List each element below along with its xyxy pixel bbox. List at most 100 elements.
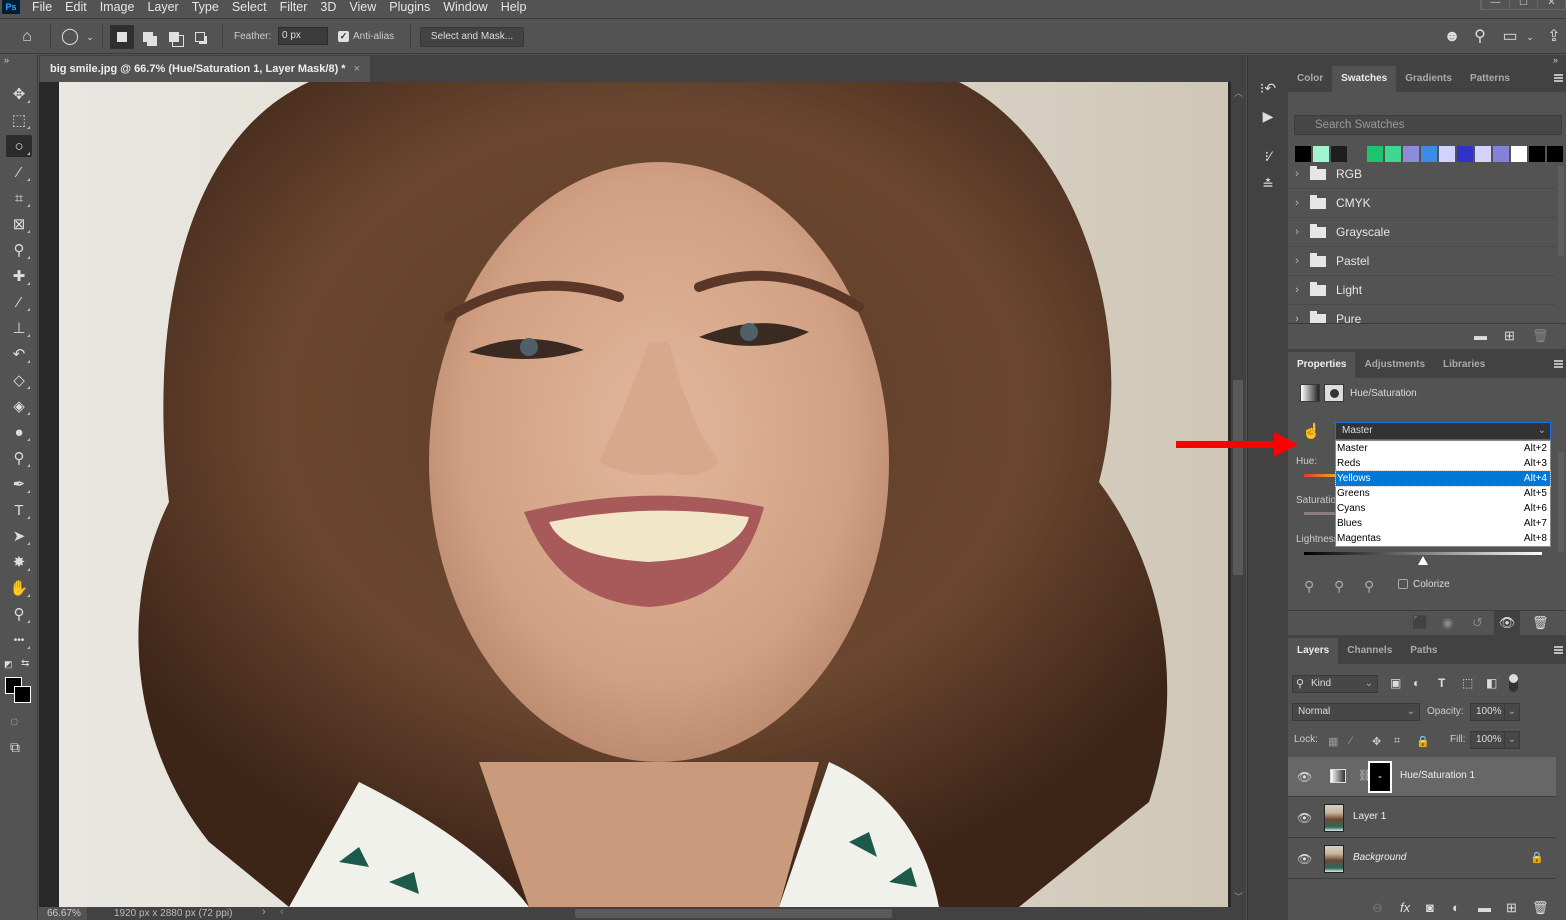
mask-icon[interactable] bbox=[1324, 384, 1344, 402]
tab-channels[interactable]: Channels bbox=[1338, 638, 1401, 664]
view-previous-state-icon[interactable]: ◉ bbox=[1442, 615, 1453, 631]
menu-window[interactable]: Window bbox=[437, 0, 494, 14]
tab-layers[interactable]: Layers bbox=[1288, 638, 1339, 664]
add-mask-icon[interactable]: ◙ bbox=[1426, 900, 1434, 915]
menu-layer[interactable]: Layer bbox=[141, 0, 185, 14]
select-and-mask-button[interactable]: Select and Mask... bbox=[420, 27, 524, 47]
brush-tool[interactable]: ⁄ bbox=[6, 291, 32, 313]
zoom-level[interactable]: 66.67% bbox=[39, 907, 87, 920]
link-layers-icon[interactable]: ⊖ bbox=[1372, 900, 1383, 916]
new-group-icon[interactable]: ▬ bbox=[1478, 900, 1491, 915]
dropdown-option-master[interactable]: Master Alt+2 bbox=[1336, 441, 1550, 456]
screen-mode-icon[interactable]: ⧉ bbox=[10, 739, 20, 756]
toggle-visibility-icon[interactable]: 👁 bbox=[1494, 611, 1520, 635]
more-tools-tool[interactable]: ••• bbox=[6, 629, 32, 651]
dodge-tool[interactable]: ⚲ bbox=[6, 447, 32, 469]
layer-row-hue-saturation[interactable]: 👁 ⛓ - Hue/Saturation 1 bbox=[1288, 757, 1556, 797]
layer-row-layer-1[interactable]: 👁 Layer 1 bbox=[1288, 798, 1556, 838]
filter-pixel-icon[interactable]: ▣ bbox=[1390, 676, 1401, 690]
swatch-group-pastel[interactable]: › Pastel bbox=[1288, 247, 1556, 276]
visibility-eye-icon[interactable]: 👁 bbox=[1297, 852, 1312, 866]
eraser-tool[interactable]: ◇ bbox=[6, 369, 32, 391]
lasso-preset-icon[interactable]: ◯ bbox=[60, 27, 80, 47]
type-tool[interactable]: T bbox=[6, 499, 32, 521]
history-brush-tool[interactable]: ↶ bbox=[6, 343, 32, 365]
lock-artboard-icon[interactable]: ⌗ bbox=[1394, 735, 1400, 748]
swatch-group-cmyk[interactable]: › CMYK bbox=[1288, 189, 1556, 218]
menu-help[interactable]: Help bbox=[495, 0, 534, 14]
panel-menu-icon[interactable] bbox=[1554, 360, 1563, 368]
zoom-tool[interactable]: ⚲ bbox=[6, 603, 32, 625]
intersect-selection-button[interactable] bbox=[188, 25, 212, 49]
visibility-eye-icon[interactable]: 👁 bbox=[1297, 811, 1312, 825]
menu-file[interactable]: File bbox=[26, 0, 59, 14]
chevron-down-icon[interactable]: ⌄ bbox=[80, 27, 100, 47]
background-color-swatch[interactable] bbox=[14, 686, 31, 703]
menu-type[interactable]: Type bbox=[186, 0, 226, 14]
actions-play-icon[interactable]: ▶ bbox=[1256, 105, 1280, 127]
panel-menu-icon[interactable] bbox=[1554, 646, 1563, 654]
chevron-right-icon[interactable]: › bbox=[1288, 255, 1306, 267]
layer-filter-kind[interactable]: Kind ⌄ bbox=[1292, 675, 1378, 693]
default-colors-icon[interactable]: ◩ bbox=[4, 659, 13, 670]
paint-bucket-tool[interactable]: ◈ bbox=[6, 395, 32, 417]
fill-input[interactable]: 100% ⌄ bbox=[1470, 731, 1520, 749]
opacity-input[interactable]: 100% ⌄ bbox=[1470, 703, 1520, 721]
clip-to-layer-icon[interactable]: ⬛ bbox=[1412, 615, 1428, 631]
menu-select[interactable]: Select bbox=[226, 0, 274, 14]
layer-lock-icon[interactable]: 🔒 bbox=[1530, 851, 1544, 864]
dropdown-option-blues[interactable]: Blues Alt+7 bbox=[1336, 516, 1550, 531]
new-layer-icon[interactable]: ⊞ bbox=[1506, 900, 1517, 916]
dropdown-option-greens[interactable]: Greens Alt+5 bbox=[1336, 486, 1550, 501]
move-tool[interactable]: ✥ bbox=[6, 83, 32, 105]
colorize-checkbox[interactable] bbox=[1398, 579, 1408, 589]
new-swatch-icon[interactable]: ⊞ bbox=[1504, 328, 1515, 344]
marquee-tool[interactable]: ⬚ bbox=[6, 109, 32, 131]
lock-image-icon[interactable]: ⁄ bbox=[1350, 735, 1352, 747]
blur-tool[interactable]: ● bbox=[6, 421, 32, 443]
tab-patterns[interactable]: Patterns bbox=[1461, 66, 1519, 92]
dropdown-option-magentas[interactable]: Magentas Alt+8 bbox=[1336, 531, 1550, 546]
properties-scrollbar[interactable] bbox=[1558, 452, 1564, 552]
tab-gradients[interactable]: Gradients bbox=[1396, 66, 1461, 92]
lasso-tool[interactable]: ○ bbox=[6, 135, 32, 157]
brush-settings-icon[interactable]: ⁝⁄ bbox=[1256, 145, 1280, 167]
document-info[interactable]: 1920 px x 2880 px (72 ppi) bbox=[114, 907, 232, 920]
eyedropper-icon[interactable]: ⚲ bbox=[1304, 578, 1314, 595]
lightness-slider-thumb[interactable] bbox=[1418, 556, 1428, 565]
search-icon[interactable]: ⚲ bbox=[1470, 27, 1490, 47]
panel-menu-icon[interactable] bbox=[1554, 74, 1563, 82]
history-icon[interactable]: ⁝↶ bbox=[1256, 77, 1280, 99]
adjustment-icon[interactable] bbox=[1300, 384, 1320, 402]
home-icon[interactable]: ⌂ bbox=[17, 27, 37, 47]
menu-image[interactable]: Image bbox=[94, 0, 142, 14]
filter-type-icon[interactable]: T bbox=[1438, 676, 1445, 690]
tab-color[interactable]: Color bbox=[1288, 66, 1332, 92]
new-group-folder-icon[interactable]: ▬ bbox=[1474, 328, 1487, 343]
swatch-search-input[interactable]: Search Swatches bbox=[1294, 115, 1562, 135]
swatches-scrollbar[interactable] bbox=[1558, 166, 1564, 256]
chevron-right-icon[interactable]: › bbox=[1288, 284, 1306, 296]
status-menu-arrow[interactable]: › bbox=[262, 906, 266, 918]
chevron-right-icon[interactable]: › bbox=[1288, 197, 1306, 209]
add-to-selection-button[interactable] bbox=[136, 25, 160, 49]
delete-swatch-icon[interactable]: 🗑 bbox=[1532, 328, 1549, 344]
eyedropper-add-icon[interactable]: ⚲ bbox=[1334, 578, 1344, 595]
dropdown-option-cyans[interactable]: Cyans Alt+6 bbox=[1336, 501, 1550, 516]
collapse-icon[interactable]: » bbox=[4, 55, 9, 65]
tab-paths[interactable]: Paths bbox=[1401, 638, 1446, 664]
path-selection-tool[interactable]: ➤ bbox=[6, 525, 32, 547]
swatch-group-grayscale[interactable]: › Grayscale bbox=[1288, 218, 1556, 247]
chevron-right-icon[interactable]: › bbox=[1288, 313, 1306, 323]
layer-row-background[interactable]: 👁 Background 🔒 bbox=[1288, 839, 1556, 879]
filter-smart-object-icon[interactable]: ◧ bbox=[1486, 676, 1497, 690]
menu-3d[interactable]: 3D bbox=[314, 0, 343, 14]
clone-stamp-tool[interactable]: ⊥ bbox=[6, 317, 32, 339]
close-window-button[interactable]: ✕ bbox=[1537, 0, 1565, 10]
tab-adjustments[interactable]: Adjustments bbox=[1355, 352, 1434, 378]
menu-plugins[interactable]: Plugins bbox=[383, 0, 437, 14]
filter-toggle[interactable] bbox=[1509, 674, 1518, 692]
layer-mask-thumbnail[interactable]: - bbox=[1368, 761, 1392, 793]
blend-mode-dropdown[interactable]: Normal ⌄ bbox=[1292, 703, 1420, 721]
document-tab[interactable]: big smile.jpg @ 66.7% (Hue/Saturation 1,… bbox=[40, 56, 371, 82]
